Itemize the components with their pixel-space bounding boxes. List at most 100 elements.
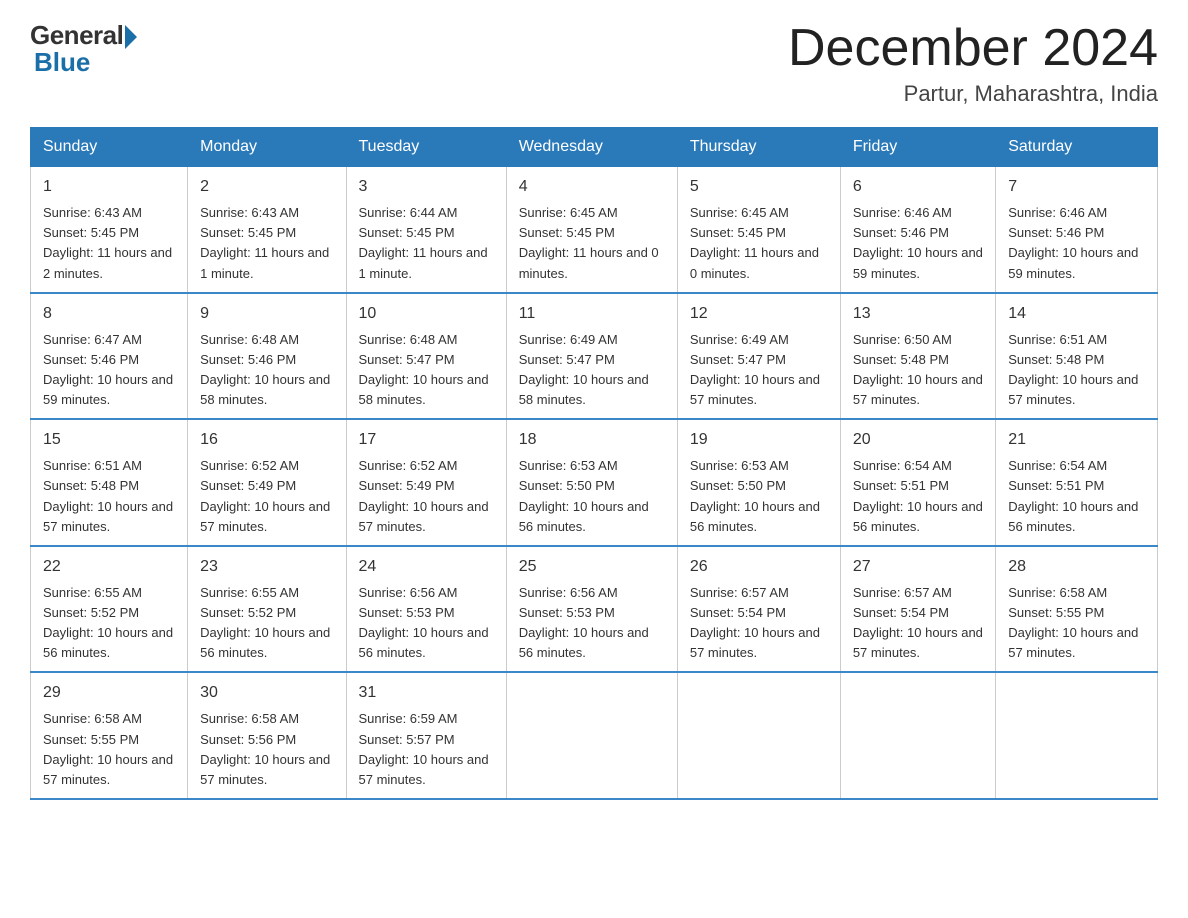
logo-blue-text: Blue bbox=[34, 47, 90, 78]
calendar-week-row: 22 Sunrise: 6:55 AMSunset: 5:52 PMDaylig… bbox=[31, 546, 1158, 673]
calendar-day-cell: 14 Sunrise: 6:51 AMSunset: 5:48 PMDaylig… bbox=[996, 293, 1158, 420]
calendar-day-cell bbox=[677, 672, 840, 799]
calendar-day-cell: 26 Sunrise: 6:57 AMSunset: 5:54 PMDaylig… bbox=[677, 546, 840, 673]
calendar-body: 1 Sunrise: 6:43 AMSunset: 5:45 PMDayligh… bbox=[31, 167, 1158, 799]
day-number: 30 bbox=[200, 681, 333, 705]
calendar-day-cell: 2 Sunrise: 6:43 AMSunset: 5:45 PMDayligh… bbox=[188, 167, 346, 293]
day-info: Sunrise: 6:58 AMSunset: 5:55 PMDaylight:… bbox=[43, 709, 175, 790]
day-number: 1 bbox=[43, 175, 175, 199]
header-tuesday: Tuesday bbox=[346, 128, 506, 167]
calendar-day-cell: 28 Sunrise: 6:58 AMSunset: 5:55 PMDaylig… bbox=[996, 546, 1158, 673]
calendar-title: December 2024 bbox=[788, 20, 1158, 77]
day-info: Sunrise: 6:48 AMSunset: 5:47 PMDaylight:… bbox=[359, 330, 494, 411]
calendar-week-row: 1 Sunrise: 6:43 AMSunset: 5:45 PMDayligh… bbox=[31, 167, 1158, 293]
calendar-day-cell: 12 Sunrise: 6:49 AMSunset: 5:47 PMDaylig… bbox=[677, 293, 840, 420]
calendar-day-cell: 19 Sunrise: 6:53 AMSunset: 5:50 PMDaylig… bbox=[677, 419, 840, 546]
day-info: Sunrise: 6:49 AMSunset: 5:47 PMDaylight:… bbox=[519, 330, 665, 411]
day-info: Sunrise: 6:58 AMSunset: 5:56 PMDaylight:… bbox=[200, 709, 333, 790]
header-wednesday: Wednesday bbox=[506, 128, 677, 167]
calendar-day-cell: 22 Sunrise: 6:55 AMSunset: 5:52 PMDaylig… bbox=[31, 546, 188, 673]
day-number: 12 bbox=[690, 302, 828, 326]
calendar-day-cell: 16 Sunrise: 6:52 AMSunset: 5:49 PMDaylig… bbox=[188, 419, 346, 546]
calendar-day-cell: 10 Sunrise: 6:48 AMSunset: 5:47 PMDaylig… bbox=[346, 293, 506, 420]
calendar-day-cell: 23 Sunrise: 6:55 AMSunset: 5:52 PMDaylig… bbox=[188, 546, 346, 673]
day-number: 15 bbox=[43, 428, 175, 452]
day-number: 22 bbox=[43, 555, 175, 579]
day-number: 2 bbox=[200, 175, 333, 199]
calendar-day-cell: 21 Sunrise: 6:54 AMSunset: 5:51 PMDaylig… bbox=[996, 419, 1158, 546]
calendar-day-cell bbox=[996, 672, 1158, 799]
day-number: 19 bbox=[690, 428, 828, 452]
calendar-day-cell: 11 Sunrise: 6:49 AMSunset: 5:47 PMDaylig… bbox=[506, 293, 677, 420]
calendar-week-row: 15 Sunrise: 6:51 AMSunset: 5:48 PMDaylig… bbox=[31, 419, 1158, 546]
day-number: 3 bbox=[359, 175, 494, 199]
calendar-week-row: 29 Sunrise: 6:58 AMSunset: 5:55 PMDaylig… bbox=[31, 672, 1158, 799]
calendar-day-cell: 3 Sunrise: 6:44 AMSunset: 5:45 PMDayligh… bbox=[346, 167, 506, 293]
calendar-day-cell: 30 Sunrise: 6:58 AMSunset: 5:56 PMDaylig… bbox=[188, 672, 346, 799]
day-info: Sunrise: 6:52 AMSunset: 5:49 PMDaylight:… bbox=[200, 456, 333, 537]
page-header: General Blue December 2024 Partur, Mahar… bbox=[30, 20, 1158, 107]
day-number: 20 bbox=[853, 428, 983, 452]
calendar-day-cell: 1 Sunrise: 6:43 AMSunset: 5:45 PMDayligh… bbox=[31, 167, 188, 293]
day-info: Sunrise: 6:49 AMSunset: 5:47 PMDaylight:… bbox=[690, 330, 828, 411]
day-info: Sunrise: 6:56 AMSunset: 5:53 PMDaylight:… bbox=[519, 583, 665, 664]
day-number: 28 bbox=[1008, 555, 1145, 579]
day-info: Sunrise: 6:57 AMSunset: 5:54 PMDaylight:… bbox=[853, 583, 983, 664]
day-number: 7 bbox=[1008, 175, 1145, 199]
day-number: 25 bbox=[519, 555, 665, 579]
day-info: Sunrise: 6:56 AMSunset: 5:53 PMDaylight:… bbox=[359, 583, 494, 664]
day-number: 29 bbox=[43, 681, 175, 705]
day-number: 16 bbox=[200, 428, 333, 452]
calendar-day-cell: 5 Sunrise: 6:45 AMSunset: 5:45 PMDayligh… bbox=[677, 167, 840, 293]
day-number: 14 bbox=[1008, 302, 1145, 326]
day-number: 10 bbox=[359, 302, 494, 326]
day-number: 18 bbox=[519, 428, 665, 452]
day-number: 23 bbox=[200, 555, 333, 579]
day-info: Sunrise: 6:48 AMSunset: 5:46 PMDaylight:… bbox=[200, 330, 333, 411]
calendar-week-row: 8 Sunrise: 6:47 AMSunset: 5:46 PMDayligh… bbox=[31, 293, 1158, 420]
header-monday: Monday bbox=[188, 128, 346, 167]
day-info: Sunrise: 6:59 AMSunset: 5:57 PMDaylight:… bbox=[359, 709, 494, 790]
calendar-table: Sunday Monday Tuesday Wednesday Thursday… bbox=[30, 127, 1158, 800]
day-number: 11 bbox=[519, 302, 665, 326]
header-row: Sunday Monday Tuesday Wednesday Thursday… bbox=[31, 128, 1158, 167]
day-info: Sunrise: 6:55 AMSunset: 5:52 PMDaylight:… bbox=[200, 583, 333, 664]
day-info: Sunrise: 6:46 AMSunset: 5:46 PMDaylight:… bbox=[1008, 203, 1145, 284]
day-number: 26 bbox=[690, 555, 828, 579]
day-number: 9 bbox=[200, 302, 333, 326]
day-info: Sunrise: 6:47 AMSunset: 5:46 PMDaylight:… bbox=[43, 330, 175, 411]
day-number: 4 bbox=[519, 175, 665, 199]
day-info: Sunrise: 6:43 AMSunset: 5:45 PMDaylight:… bbox=[200, 203, 333, 284]
day-info: Sunrise: 6:51 AMSunset: 5:48 PMDaylight:… bbox=[1008, 330, 1145, 411]
day-number: 13 bbox=[853, 302, 983, 326]
day-info: Sunrise: 6:54 AMSunset: 5:51 PMDaylight:… bbox=[853, 456, 983, 537]
calendar-day-cell: 25 Sunrise: 6:56 AMSunset: 5:53 PMDaylig… bbox=[506, 546, 677, 673]
day-info: Sunrise: 6:55 AMSunset: 5:52 PMDaylight:… bbox=[43, 583, 175, 664]
header-sunday: Sunday bbox=[31, 128, 188, 167]
logo-triangle-icon bbox=[125, 25, 137, 49]
day-number: 17 bbox=[359, 428, 494, 452]
calendar-day-cell: 13 Sunrise: 6:50 AMSunset: 5:48 PMDaylig… bbox=[840, 293, 995, 420]
calendar-day-cell: 7 Sunrise: 6:46 AMSunset: 5:46 PMDayligh… bbox=[996, 167, 1158, 293]
calendar-day-cell: 8 Sunrise: 6:47 AMSunset: 5:46 PMDayligh… bbox=[31, 293, 188, 420]
title-section: December 2024 Partur, Maharashtra, India bbox=[788, 20, 1158, 107]
calendar-subtitle: Partur, Maharashtra, India bbox=[788, 81, 1158, 107]
day-info: Sunrise: 6:53 AMSunset: 5:50 PMDaylight:… bbox=[690, 456, 828, 537]
calendar-header: Sunday Monday Tuesday Wednesday Thursday… bbox=[31, 128, 1158, 167]
calendar-day-cell: 20 Sunrise: 6:54 AMSunset: 5:51 PMDaylig… bbox=[840, 419, 995, 546]
calendar-day-cell bbox=[506, 672, 677, 799]
day-info: Sunrise: 6:57 AMSunset: 5:54 PMDaylight:… bbox=[690, 583, 828, 664]
calendar-day-cell: 31 Sunrise: 6:59 AMSunset: 5:57 PMDaylig… bbox=[346, 672, 506, 799]
header-saturday: Saturday bbox=[996, 128, 1158, 167]
day-info: Sunrise: 6:45 AMSunset: 5:45 PMDaylight:… bbox=[690, 203, 828, 284]
day-number: 31 bbox=[359, 681, 494, 705]
calendar-day-cell: 18 Sunrise: 6:53 AMSunset: 5:50 PMDaylig… bbox=[506, 419, 677, 546]
calendar-day-cell: 6 Sunrise: 6:46 AMSunset: 5:46 PMDayligh… bbox=[840, 167, 995, 293]
calendar-day-cell: 9 Sunrise: 6:48 AMSunset: 5:46 PMDayligh… bbox=[188, 293, 346, 420]
day-number: 21 bbox=[1008, 428, 1145, 452]
day-number: 27 bbox=[853, 555, 983, 579]
header-friday: Friday bbox=[840, 128, 995, 167]
day-number: 24 bbox=[359, 555, 494, 579]
calendar-day-cell: 4 Sunrise: 6:45 AMSunset: 5:45 PMDayligh… bbox=[506, 167, 677, 293]
day-info: Sunrise: 6:58 AMSunset: 5:55 PMDaylight:… bbox=[1008, 583, 1145, 664]
